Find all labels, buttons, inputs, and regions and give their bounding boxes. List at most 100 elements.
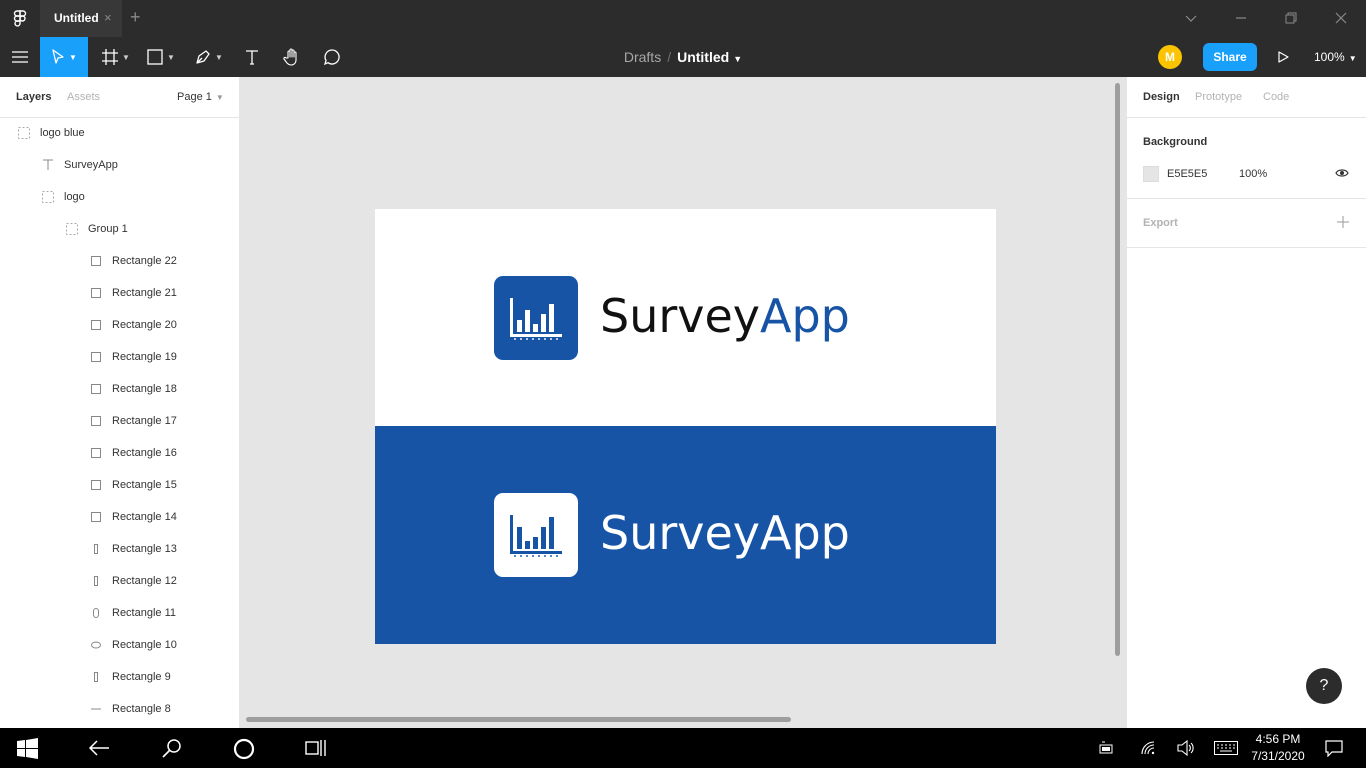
layer-name: logo xyxy=(64,191,85,203)
layer-row[interactable]: SurveyApp xyxy=(0,149,239,181)
rectangle-icon xyxy=(91,480,101,490)
help-button[interactable]: ? xyxy=(1306,668,1342,704)
layer-row[interactable]: Rectangle 21 xyxy=(0,277,239,309)
layer-row[interactable]: Rectangle 8 xyxy=(0,693,239,725)
layer-row[interactable]: Rectangle 22 xyxy=(0,245,239,277)
chevron-down-icon[interactable] xyxy=(1184,11,1198,25)
frame-logo-light[interactable]: SurveyApp xyxy=(375,209,996,426)
file-tab-title: Untitled xyxy=(54,11,99,25)
layer-name: Rectangle 8 xyxy=(112,703,171,715)
background-color-swatch[interactable] xyxy=(1143,166,1159,182)
layer-row[interactable]: Rectangle 19 xyxy=(0,341,239,373)
layer-name: Rectangle 13 xyxy=(112,543,177,555)
page-name: Page 1 xyxy=(177,91,212,103)
layer-name: Rectangle 11 xyxy=(112,607,177,619)
search-icon[interactable] xyxy=(162,738,182,758)
tab-assets[interactable]: Assets xyxy=(67,91,100,103)
layer-name: Group 1 xyxy=(88,223,128,235)
cortana-icon[interactable] xyxy=(233,738,255,760)
vertical-scrollbar[interactable] xyxy=(1115,83,1120,656)
layer-row[interactable]: Rectangle 11 xyxy=(0,597,239,629)
breadcrumb-file-name[interactable]: Untitled xyxy=(677,49,729,65)
page-selector[interactable]: Page 1 ▼ xyxy=(177,91,224,103)
minimize-icon[interactable] xyxy=(1234,11,1248,25)
notifications-icon[interactable] xyxy=(1325,740,1343,757)
keyboard-icon[interactable] xyxy=(1214,741,1238,755)
logo-mark[interactable] xyxy=(494,276,578,360)
rectangle-icon xyxy=(91,256,101,266)
layer-row[interactable]: Rectangle 16 xyxy=(0,437,239,469)
rectangle-icon xyxy=(91,416,101,426)
avatar[interactable]: M xyxy=(1158,45,1182,69)
layer-row[interactable]: Rectangle 12 xyxy=(0,565,239,597)
layer-name: Rectangle 20 xyxy=(112,319,177,331)
layers-panel: Layers Assets Page 1 ▼ logo blue SurveyAp… xyxy=(0,77,240,728)
share-button[interactable]: Share xyxy=(1203,43,1257,71)
frame-icon xyxy=(18,127,30,139)
layer-row[interactable]: Rectangle 14 xyxy=(0,501,239,533)
horizontal-scrollbar[interactable] xyxy=(246,717,791,722)
back-arrow-icon[interactable] xyxy=(88,739,110,757)
layer-row[interactable]: Rectangle 20 xyxy=(0,309,239,341)
layer-name: Rectangle 12 xyxy=(112,575,177,587)
layer-row[interactable]: Rectangle 15 xyxy=(0,469,239,501)
plus-icon[interactable] xyxy=(1337,216,1349,228)
canvas[interactable]: SurveyApp SurveyApp xyxy=(240,77,1126,728)
windows-start-icon[interactable] xyxy=(17,738,38,759)
layer-row[interactable]: Group 1 xyxy=(0,213,239,245)
group-icon xyxy=(66,223,78,235)
layer-name: Rectangle 9 xyxy=(112,671,171,683)
thin-rectangle-icon xyxy=(94,544,98,554)
breadcrumb-drafts[interactable]: Drafts xyxy=(624,49,661,65)
taskbar-clock[interactable]: 4:56 PM 7/31/2020 xyxy=(1246,731,1310,765)
tab-prototype[interactable]: Prototype xyxy=(1195,91,1242,103)
layer-row[interactable]: logo blue xyxy=(0,117,239,149)
layer-row[interactable]: logo xyxy=(0,181,239,213)
background-section: Background E5E5E5 100% xyxy=(1127,118,1366,199)
eye-icon[interactable] xyxy=(1335,168,1349,178)
logo-word-app: App xyxy=(760,289,850,343)
rectangle-icon xyxy=(91,448,101,458)
bar-chart-icon xyxy=(510,515,562,557)
chevron-down-icon: ▼ xyxy=(1348,54,1357,63)
background-opacity-value[interactable]: 100% xyxy=(1239,168,1267,180)
close-window-icon[interactable] xyxy=(1334,11,1348,25)
task-view-icon[interactable] xyxy=(305,738,327,758)
battery-icon[interactable] xyxy=(1098,741,1114,755)
export-section: Export xyxy=(1127,199,1366,248)
clock-time: 4:56 PM xyxy=(1255,732,1301,746)
layer-name: Rectangle 10 xyxy=(112,639,177,651)
layer-row[interactable]: Rectangle 13 xyxy=(0,533,239,565)
rounded-rectangle-icon xyxy=(93,608,99,618)
wifi-icon[interactable] xyxy=(1140,740,1156,756)
rectangle-icon xyxy=(91,512,101,522)
logo-word-survey: Survey xyxy=(600,289,761,343)
logo-wordmark[interactable]: SurveyApp xyxy=(600,506,850,560)
file-tab[interactable]: Untitled × xyxy=(40,0,122,37)
layer-row[interactable]: Rectangle 18 xyxy=(0,373,239,405)
background-hex-value[interactable]: E5E5E5 xyxy=(1167,168,1207,180)
layers-panel-header: Layers Assets Page 1 ▼ xyxy=(0,77,239,118)
close-tab-icon[interactable]: × xyxy=(104,10,112,25)
zoom-menu[interactable]: 100% ▼ xyxy=(1314,50,1357,64)
layer-row[interactable]: Rectangle 17 xyxy=(0,405,239,437)
new-tab-icon[interactable]: + xyxy=(130,7,141,28)
present-icon[interactable] xyxy=(1277,51,1289,63)
properties-panel-header: Design Prototype Code xyxy=(1127,77,1366,118)
layer-row[interactable]: Rectangle 10 xyxy=(0,629,239,661)
figma-logo-icon[interactable] xyxy=(12,10,28,28)
line-icon xyxy=(91,708,101,710)
logo-wordmark[interactable]: SurveyApp xyxy=(600,289,850,343)
clock-date: 7/31/2020 xyxy=(1251,749,1305,763)
restore-icon[interactable] xyxy=(1284,11,1298,25)
layer-row[interactable]: Rectangle 9 xyxy=(0,661,239,693)
tab-code[interactable]: Code xyxy=(1263,91,1289,103)
frame-logo-dark[interactable]: SurveyApp xyxy=(375,426,996,644)
tab-design[interactable]: Design xyxy=(1143,91,1180,103)
tab-layers[interactable]: Layers xyxy=(16,91,51,103)
chevron-down-icon[interactable]: ▼ xyxy=(733,54,742,64)
logo-mark[interactable] xyxy=(494,493,578,577)
breadcrumb-separator: / xyxy=(667,49,672,65)
title-bar: Untitled × + xyxy=(0,0,1366,37)
volume-icon[interactable] xyxy=(1177,740,1195,756)
